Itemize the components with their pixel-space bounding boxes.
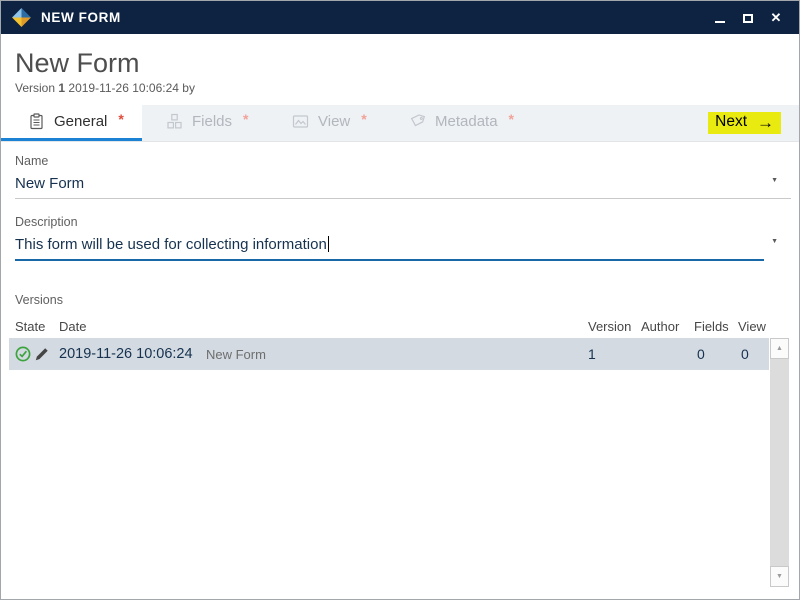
pencil-icon — [34, 346, 50, 362]
version-label: Version — [15, 81, 55, 95]
name-field[interactable]: New Form ▼ — [15, 168, 791, 199]
row-version: 1 — [588, 346, 641, 362]
tab-metadata-required: * — [509, 111, 514, 127]
text-cursor — [328, 236, 329, 252]
maximize-icon — [743, 14, 753, 23]
tab-view[interactable]: View * — [272, 105, 389, 141]
tab-general-required: * — [118, 111, 123, 127]
col-version: Version — [588, 319, 641, 334]
description-dropdown-caret-icon[interactable]: ▼ — [771, 238, 778, 245]
state-cell — [15, 346, 59, 362]
name-dropdown-caret-icon[interactable]: ▼ — [771, 177, 778, 184]
tab-view-required: * — [361, 111, 366, 127]
tab-metadata[interactable]: Metadata * — [389, 105, 519, 141]
description-field[interactable]: This form will be used for collecting in… — [15, 229, 791, 261]
row-name: New Form — [206, 347, 588, 362]
minimize-button[interactable] — [713, 11, 727, 25]
image-icon — [292, 113, 309, 130]
check-circle-icon — [15, 346, 31, 362]
description-text: This form will be used for collecting in… — [15, 236, 327, 253]
tab-general[interactable]: General * — [1, 105, 142, 141]
col-date: Date — [59, 319, 206, 334]
window-title: NEW FORM — [41, 10, 121, 25]
name-input[interactable]: New Form — [15, 168, 791, 199]
version-subtitle: Version 1 2019-11-26 10:06:24 by — [15, 81, 785, 95]
versions-label: Versions — [15, 293, 785, 307]
app-logo-icon — [11, 7, 32, 28]
version-number: 1 — [58, 81, 65, 95]
maximize-button[interactable] — [741, 11, 755, 25]
versions-list: 2019-11-26 10:06:24 New Form 1 0 0 ▲ ▼ — [9, 338, 789, 587]
row-date: 2019-11-26 10:06:24 — [59, 346, 206, 362]
versions-header-row: State Date Version Author Fields View — [9, 319, 769, 334]
tabstrip: General * Fields * View * — [1, 105, 799, 142]
col-author: Author — [641, 319, 694, 334]
next-button[interactable]: Next → — [708, 112, 781, 134]
next-button-label: Next — [715, 113, 747, 131]
tab-fields-label: Fields — [192, 113, 232, 130]
row-view: 0 — [738, 346, 769, 362]
description-field-label: Description — [15, 215, 785, 229]
tab-view-label: View — [318, 113, 350, 130]
tab-fields-required: * — [243, 111, 248, 127]
minimize-icon — [715, 13, 725, 23]
tab-general-label: General — [54, 113, 107, 130]
version-datetime: 2019-11-26 10:06:24 — [68, 81, 179, 95]
name-field-label: Name — [15, 154, 785, 168]
page-title: New Form — [15, 47, 785, 79]
scrollbar[interactable]: ▲ ▼ — [770, 338, 789, 587]
col-state: State — [15, 319, 59, 334]
tag-icon — [409, 113, 426, 130]
version-by: by — [182, 81, 195, 95]
page-header: New Form Version 1 2019-11-26 10:06:24 b… — [1, 34, 799, 95]
scroll-down-button[interactable]: ▼ — [770, 566, 789, 587]
table-row[interactable]: 2019-11-26 10:06:24 New Form 1 0 0 — [9, 338, 769, 370]
col-spacer — [206, 319, 588, 334]
form-area: Name New Form ▼ Description This form wi… — [1, 154, 799, 261]
col-view: View — [738, 319, 769, 334]
description-input[interactable]: This form will be used for collecting in… — [15, 229, 764, 261]
col-fields: Fields — [694, 319, 738, 334]
cubes-icon — [166, 113, 183, 130]
arrow-right-icon: → — [757, 114, 774, 131]
clipboard-icon — [28, 113, 45, 130]
app-window: NEW FORM ✕ New Form Version 1 2019-11-26… — [0, 0, 800, 600]
row-fields: 0 — [694, 346, 738, 362]
close-button[interactable]: ✕ — [769, 11, 783, 25]
scroll-up-button[interactable]: ▲ — [770, 338, 789, 359]
tab-metadata-label: Metadata — [435, 113, 498, 130]
tab-fields[interactable]: Fields * — [142, 105, 272, 141]
titlebar: NEW FORM ✕ — [1, 1, 799, 34]
